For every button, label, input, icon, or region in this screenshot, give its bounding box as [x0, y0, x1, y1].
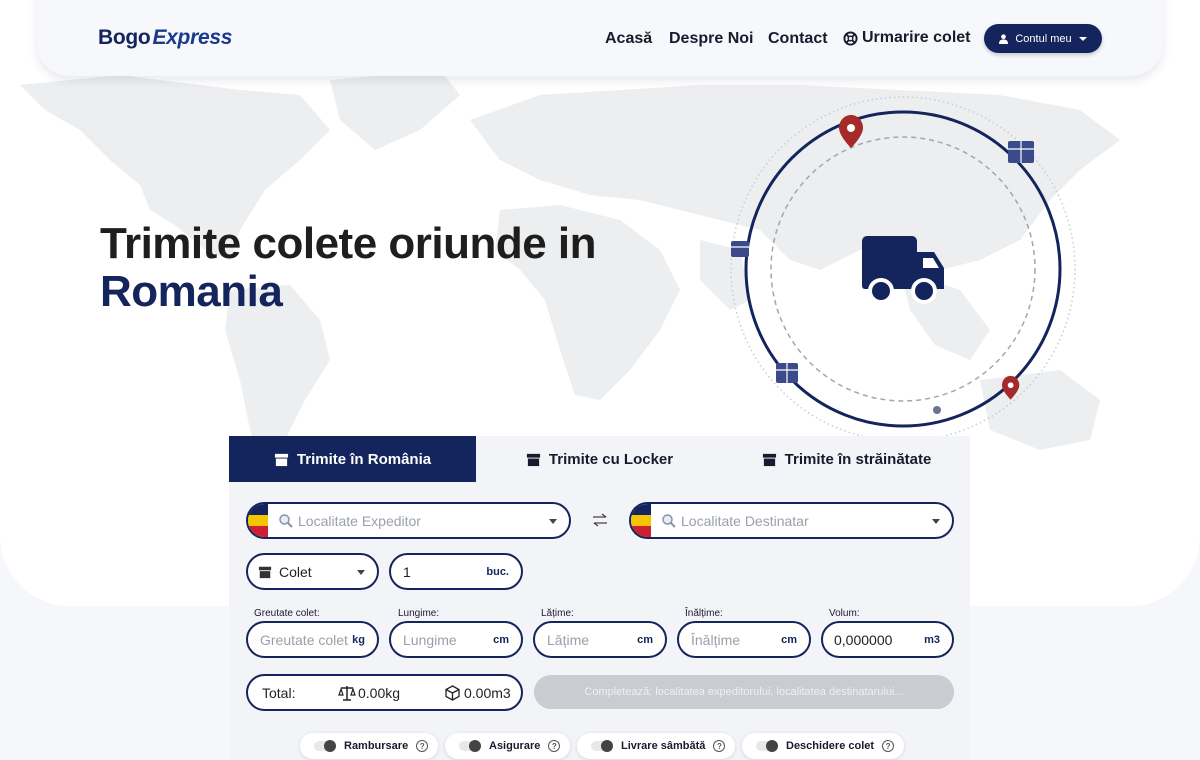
toggle-switch[interactable]	[314, 740, 336, 752]
hero-title: Trimite colete oriunde in Romania	[100, 219, 597, 316]
volume-value: 0,000000	[834, 631, 893, 648]
tab-label: Trimite în România	[296, 450, 432, 468]
tab-label: Trimite cu Locker	[548, 450, 674, 468]
nav-link-contact[interactable]: Contact	[768, 30, 828, 48]
logo-text-express: Express	[152, 26, 233, 49]
height-unit: cm	[781, 633, 797, 646]
weight-input[interactable]: Greutate colet kg	[246, 621, 379, 658]
sender-locality-select[interactable]: Localitate Expeditor	[246, 502, 571, 539]
chevron-down-icon	[357, 570, 365, 575]
search-icon	[662, 513, 676, 528]
account-label: Contul meu	[1015, 32, 1072, 45]
weight-unit: kg	[352, 633, 365, 646]
help-icon[interactable]: ?	[713, 740, 726, 752]
calculate-button-label: Completează: localitatea expeditorului, …	[584, 686, 904, 698]
total-label: Total:	[262, 684, 296, 701]
chevron-down-icon	[549, 519, 557, 524]
option-label: Livrare sâmbătă	[621, 740, 706, 752]
recipient-locality-placeholder: Localitate Destinatar	[681, 512, 809, 529]
swap-arrows-icon[interactable]	[592, 513, 608, 527]
truck-icon	[862, 236, 944, 304]
width-unit: cm	[637, 633, 653, 646]
total-volume: 0.00m3	[464, 684, 511, 701]
bogo-express-logo[interactable]: BogoExpress	[98, 26, 232, 50]
location-pin-icon	[1002, 375, 1020, 400]
weight-placeholder: Greutate colet	[260, 631, 348, 648]
romania-flag-icon	[631, 504, 651, 537]
nav-tracking-label: Urmarire colet	[862, 29, 971, 46]
width-input[interactable]: Lățime cm	[533, 621, 667, 658]
tab-send-abroad[interactable]: Trimite în străinătate	[723, 436, 970, 482]
box-icon	[258, 566, 272, 578]
tab-send-romania[interactable]: Trimite în România	[229, 436, 476, 482]
account-button[interactable]: Contul meu	[984, 24, 1102, 53]
package-type-value: Colet	[279, 563, 312, 580]
option-label: Asigurare	[489, 740, 541, 752]
total-summary: Total: 0.00kg 0.00m3	[246, 674, 523, 711]
box-icon	[762, 453, 776, 466]
cube-icon	[445, 685, 460, 701]
volume-unit: m3	[924, 633, 940, 646]
help-icon[interactable]: ?	[882, 740, 895, 752]
chevron-down-icon	[932, 519, 940, 524]
volume-label: Volum:	[829, 608, 860, 619]
box-icon	[526, 453, 540, 466]
width-placeholder: Lățime	[547, 631, 590, 648]
quantity-unit: buc.	[486, 565, 509, 578]
height-input[interactable]: Înălțime cm	[677, 621, 811, 658]
toggle-switch[interactable]	[591, 740, 613, 752]
shipping-tabs: Trimite în România Trimite cu Locker Tri…	[229, 436, 970, 482]
help-icon[interactable]: ?	[416, 740, 429, 752]
volume-input[interactable]: 0,000000 m3	[821, 621, 954, 658]
shipping-calculator-card: Trimite în România Trimite cu Locker Tri…	[229, 436, 970, 760]
option-open-package[interactable]: Deschidere colet ?	[742, 733, 905, 759]
option-insurance[interactable]: Asigurare ?	[445, 733, 571, 759]
toggle-switch[interactable]	[756, 740, 778, 752]
weight-label: Greutate colet:	[254, 608, 320, 619]
recipient-locality-select[interactable]: Localitate Destinatar	[629, 502, 954, 539]
delivery-orbit-illustration	[730, 96, 1076, 442]
option-saturday-delivery[interactable]: Livrare sâmbătă ?	[577, 733, 736, 759]
top-navbar: BogoExpress Acasă Despre Noi Contact Urm…	[37, 0, 1163, 76]
life-ring-icon	[843, 30, 858, 46]
location-pin-icon	[839, 115, 863, 148]
hero-title-line2: Romania	[100, 267, 283, 316]
width-label: Lățime:	[541, 608, 574, 619]
help-icon[interactable]: ?	[548, 740, 561, 752]
total-weight: 0.00kg	[358, 684, 401, 701]
scale-icon	[338, 686, 356, 701]
user-icon	[999, 33, 1009, 44]
hero-title-line1: Trimite colete oriunde in	[100, 219, 597, 268]
calculate-button[interactable]: Completează: localitatea expeditorului, …	[534, 675, 954, 709]
length-input[interactable]: Lungime cm	[389, 621, 523, 658]
height-label: Înălțime:	[685, 608, 723, 619]
logo-text-bogo: Bogo	[98, 26, 151, 49]
quantity-value: 1	[403, 563, 411, 580]
length-placeholder: Lungime	[403, 631, 457, 648]
option-label: Deschidere colet	[786, 740, 875, 752]
sender-locality-placeholder: Localitate Expeditor	[298, 512, 421, 529]
option-label: Rambursare	[344, 740, 409, 752]
package-type-select[interactable]: Colet	[246, 553, 379, 590]
nav-link-about[interactable]: Despre Noi	[669, 30, 753, 48]
box-icon	[274, 453, 288, 466]
tab-label: Trimite în străinătate	[784, 450, 932, 468]
nav-link-tracking[interactable]: Urmarire colet	[843, 29, 971, 47]
height-placeholder: Înălțime	[691, 631, 741, 648]
toggle-switch[interactable]	[459, 740, 481, 752]
length-unit: cm	[493, 633, 509, 646]
orbit-dot	[933, 406, 941, 414]
quantity-input[interactable]: 1 buc.	[389, 553, 523, 590]
search-icon	[279, 513, 293, 528]
option-cash-on-delivery[interactable]: Rambursare ?	[300, 733, 439, 759]
nav-link-home[interactable]: Acasă	[605, 30, 652, 48]
length-label: Lungime:	[398, 608, 440, 619]
romania-flag-icon	[248, 504, 268, 537]
tab-send-locker[interactable]: Trimite cu Locker	[476, 436, 723, 482]
chevron-down-icon	[1078, 36, 1087, 41]
